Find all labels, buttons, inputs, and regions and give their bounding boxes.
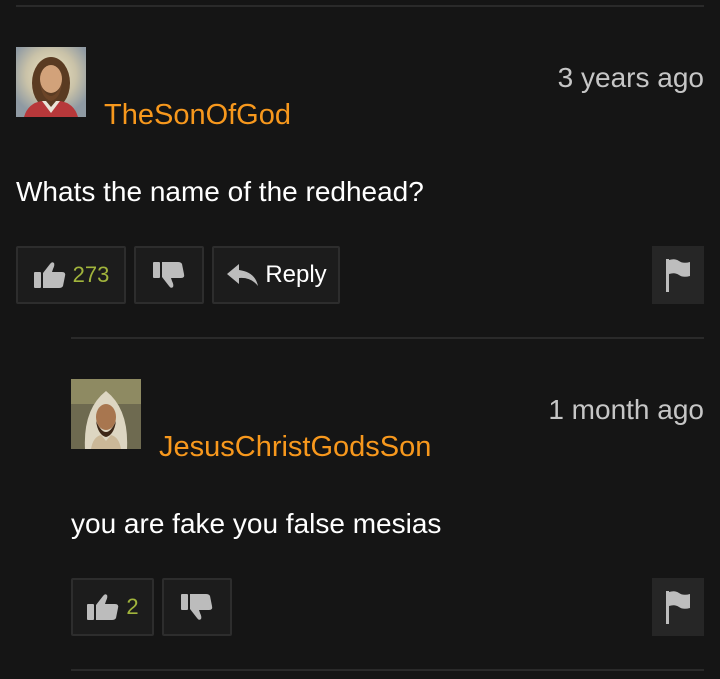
reply-arrow-icon [225,262,259,288]
flag-button[interactable] [652,578,704,636]
comment-timestamp: 1 month ago [548,394,704,425]
comment-username[interactable]: JesusChristGodsSon [159,430,431,464]
dislike-button[interactable] [134,246,204,304]
top-divider [16,5,704,7]
avatar[interactable] [71,379,141,449]
thumbs-up-icon [86,592,120,622]
bottom-divider [71,669,704,671]
like-count: 2 [126,594,139,619]
comment-timestamp: 3 years ago [557,62,704,93]
comment-text: you are fake you false mesias [71,508,442,539]
comment-text: Whats the name of the redhead? [16,176,424,207]
avatar[interactable] [16,47,86,117]
thumbs-up-icon [33,260,67,290]
comment-username[interactable]: TheSonOfGod [104,98,291,132]
like-button[interactable]: 273 [16,246,126,304]
like-count: 273 [72,262,110,287]
like-button[interactable]: 2 [71,578,154,636]
flag-button[interactable] [652,246,704,304]
reply-label: Reply [265,261,327,288]
flag-icon [664,589,692,625]
flag-icon [664,257,692,293]
thumbs-down-icon [152,260,186,290]
dislike-button[interactable] [162,578,232,636]
thumbs-down-icon [180,592,214,622]
reply-button[interactable]: Reply [212,246,340,304]
comment-divider [71,337,704,339]
